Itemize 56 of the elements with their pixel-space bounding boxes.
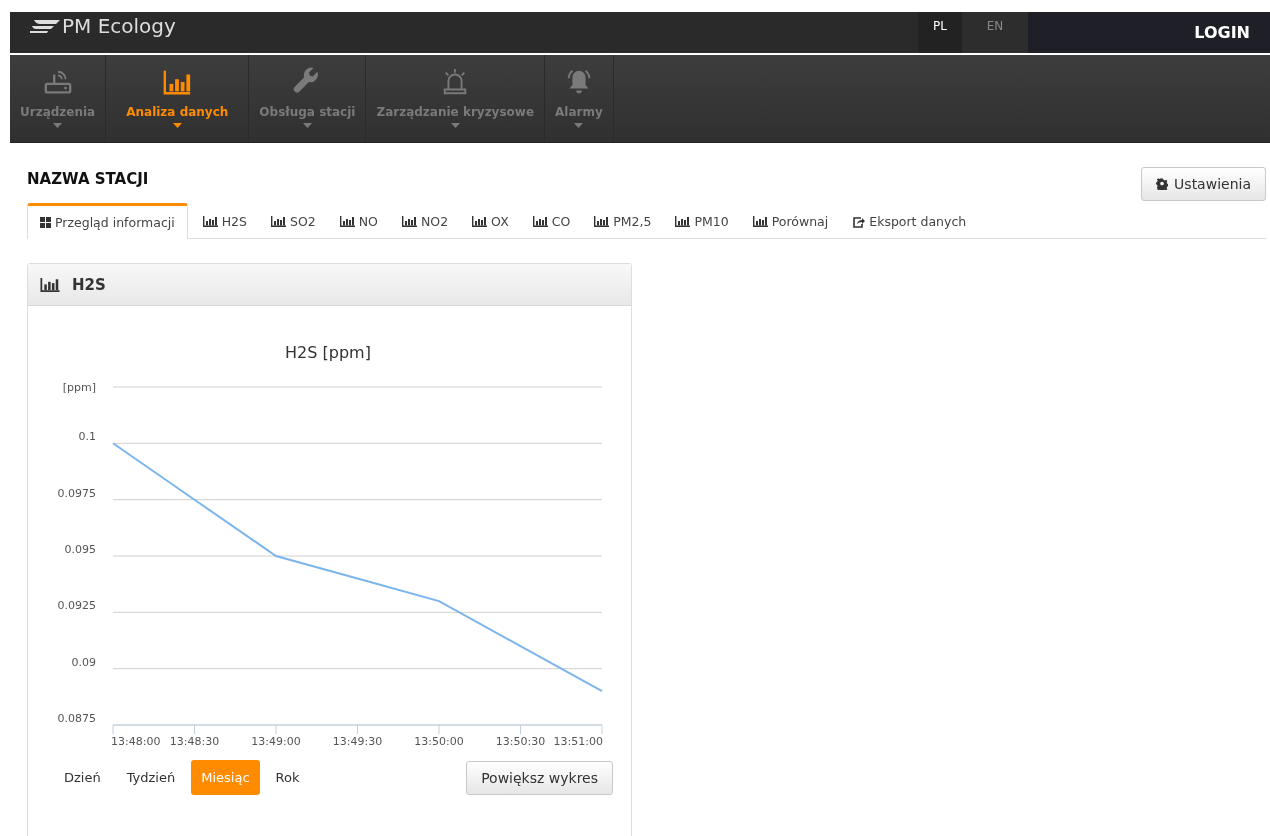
tick-label: 0.095 — [64, 543, 96, 556]
logo-icon — [30, 19, 60, 33]
tick-label: 0.1 — [78, 430, 96, 444]
caret-icon — [53, 123, 63, 128]
bar-chart-icon — [675, 216, 691, 227]
tab[interactable]: OX — [463, 203, 518, 238]
language-link[interactable]: PL — [918, 12, 962, 53]
tab[interactable]: Eksport danych — [843, 203, 976, 238]
bar-chart-icon — [752, 216, 768, 227]
bar-chart-icon — [202, 216, 218, 227]
tick-label: 0.09 — [71, 655, 96, 669]
tab[interactable]: Przegląd informacji — [27, 203, 188, 239]
period-button[interactable]: Rok — [265, 760, 310, 795]
caret-icon — [450, 123, 460, 128]
station-title: NAZWA STACJI — [27, 170, 149, 188]
tick-label: 13:49:30 — [332, 735, 383, 748]
caret-icon — [574, 123, 584, 128]
tick-label: 13:50:00 — [414, 735, 464, 748]
tick-label: 13:48:30 — [169, 735, 220, 748]
axis-label: [ppm] — [62, 381, 96, 394]
settings-button[interactable]: Ustawienia — [1141, 167, 1266, 201]
tick-label: 0.0975 — [57, 486, 96, 500]
tab[interactable]: PM2,5 — [585, 203, 661, 238]
bar-chart-icon — [339, 216, 355, 227]
chart-title: H2S [ppm] — [285, 343, 371, 362]
tick-label: 0.0875 — [57, 712, 96, 725]
tick-label: 13:51:00 — [553, 735, 603, 748]
grid-icon — [40, 216, 51, 228]
tick-label: 13:48:00 — [111, 735, 161, 748]
tab[interactable]: NO — [330, 203, 387, 238]
tab[interactable]: NO2 — [392, 203, 458, 238]
bar-chart-icon — [472, 216, 488, 227]
tick-label: 13:49:00 — [251, 735, 301, 748]
tab[interactable]: H2S — [193, 203, 256, 238]
period-button[interactable]: Tydzień — [116, 760, 186, 795]
caret-icon — [172, 123, 182, 128]
tick-label: 13:50:30 — [495, 735, 546, 748]
zoom-chart-button[interactable]: Powiększ wykres — [466, 761, 613, 795]
tick-label: 0.0925 — [57, 599, 96, 613]
bar-chart-icon — [532, 216, 548, 227]
caret-icon — [302, 123, 312, 128]
bar-chart-icon — [401, 216, 417, 227]
tab[interactable]: Porównaj — [743, 203, 838, 238]
bar-chart-icon — [271, 216, 286, 227]
settings-icon — [1156, 178, 1169, 190]
tab[interactable]: PM10 — [666, 203, 738, 238]
tab[interactable]: SO2 — [262, 203, 325, 238]
bar-chart-icon — [40, 277, 60, 292]
login-link[interactable]: LOGIN — [1194, 23, 1250, 42]
nav-menu-item[interactable]: Analiza danych — [106, 55, 249, 142]
export-icon — [852, 215, 866, 228]
bar-chart-icon — [594, 216, 610, 227]
logo-text: PM Ecology — [62, 14, 176, 38]
period-button[interactable]: Dzień — [54, 760, 111, 795]
tab[interactable]: CO — [523, 203, 580, 238]
panel-title: H2S — [72, 275, 106, 294]
